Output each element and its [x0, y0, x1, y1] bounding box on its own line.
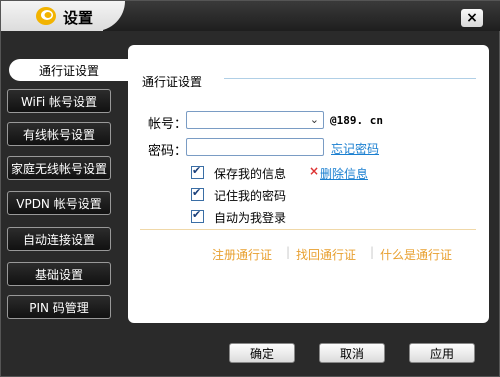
- save-info-checkbox[interactable]: 保存我的信息: [191, 164, 287, 182]
- delete-x-icon: ×: [309, 164, 320, 178]
- checkbox-icon[interactable]: [191, 186, 204, 201]
- title-bar[interactable]: 设置 ×: [1, 1, 500, 31]
- checkbox-icon[interactable]: [191, 164, 204, 179]
- recover-passport-link[interactable]: 找回通行证: [296, 246, 356, 263]
- account-label: 帐号：: [148, 117, 188, 132]
- sidebar-item-pin[interactable]: PIN 码管理: [7, 295, 111, 319]
- sidebar-item-vpdn[interactable]: VPDN 帐号设置: [7, 191, 111, 215]
- remember-password-label: 记住我的密码: [214, 189, 287, 203]
- what-is-passport-link[interactable]: 什么是通行证: [380, 246, 452, 263]
- register-passport-link[interactable]: 注册通行证: [212, 246, 272, 263]
- sidebar-item-home-wireless[interactable]: 家庭无线帐号设置: [7, 156, 111, 180]
- checkbox-icon[interactable]: [191, 208, 204, 223]
- sidebar-item-wired[interactable]: 有线帐号设置: [7, 122, 111, 146]
- sidebar-item-basic[interactable]: 基础设置: [7, 262, 111, 286]
- domain-suffix: @189. cn: [330, 114, 383, 127]
- link-separator: |: [370, 245, 375, 259]
- settings-window: 设置 × 通行证设置 WiFi 帐号设置 有线帐号设置 家庭无线帐号设置 VPD…: [0, 0, 500, 377]
- password-field[interactable]: [186, 138, 324, 156]
- forgot-password-link[interactable]: 忘记密码: [331, 140, 379, 157]
- delete-info-link[interactable]: 删除信息: [320, 165, 368, 182]
- settings-panel: 通行证设置 帐号： ⌄ @189. cn 密码： 忘记密码 保存我的信息 × 删…: [128, 45, 489, 323]
- auto-login-label: 自动为我登录: [214, 211, 287, 225]
- apply-button[interactable]: 应用: [409, 343, 475, 363]
- window-title: 设置: [63, 9, 94, 27]
- section-title: 通行证设置: [142, 75, 203, 89]
- cancel-button[interactable]: 取消: [319, 343, 385, 363]
- app-logo-icon: [36, 7, 56, 25]
- close-button[interactable]: ×: [461, 9, 483, 27]
- password-label: 密码：: [148, 144, 188, 159]
- section-divider: [224, 78, 476, 79]
- sidebar-item-wifi[interactable]: WiFi 帐号设置: [7, 89, 111, 113]
- link-separator: |: [286, 245, 291, 259]
- bottom-divider: [140, 229, 476, 230]
- ok-button[interactable]: 确定: [229, 343, 295, 363]
- chevron-down-icon[interactable]: ⌄: [310, 113, 319, 126]
- account-select[interactable]: ⌄: [186, 111, 324, 129]
- save-info-label: 保存我的信息: [214, 167, 287, 181]
- sidebar-item-auto-connect[interactable]: 自动连接设置: [7, 227, 111, 251]
- remember-password-checkbox[interactable]: 记住我的密码: [191, 186, 287, 204]
- auto-login-checkbox[interactable]: 自动为我登录: [191, 208, 287, 226]
- sidebar-item-passport[interactable]: 通行证设置: [9, 59, 129, 81]
